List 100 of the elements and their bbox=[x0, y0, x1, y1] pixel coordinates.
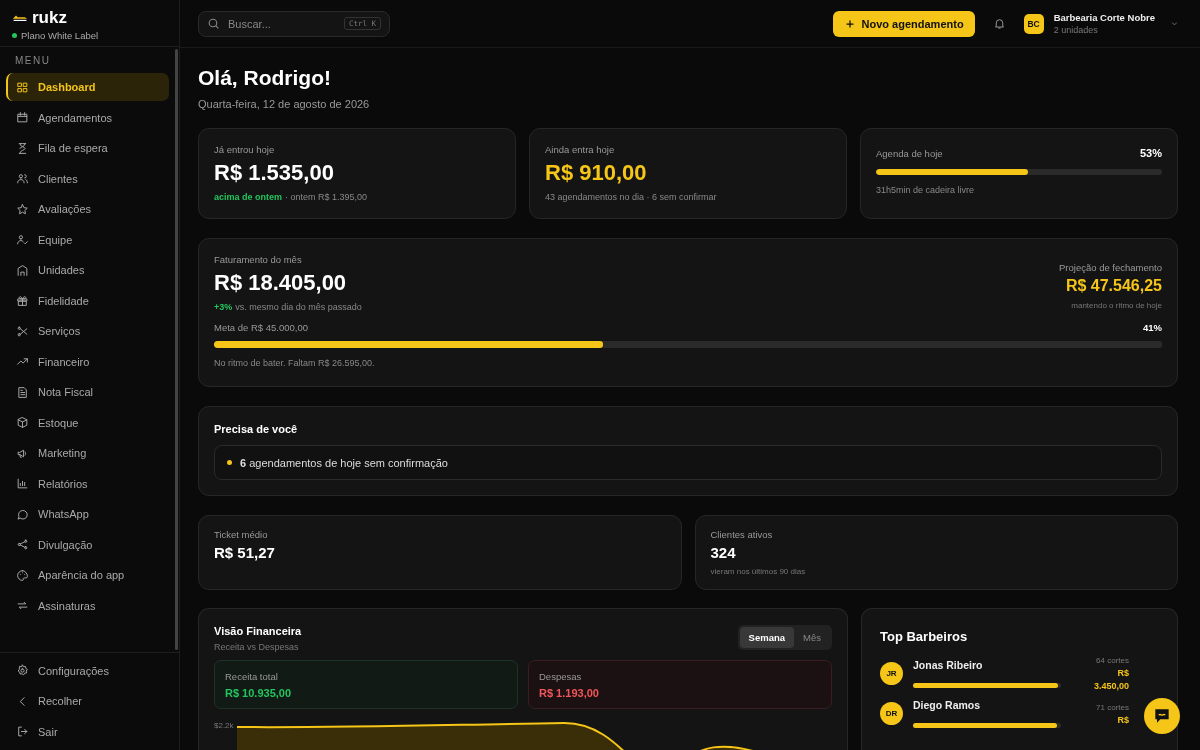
period-tab[interactable]: Semana bbox=[739, 627, 795, 648]
sidebar-item[interactable]: Avaliações bbox=[6, 195, 169, 223]
sidebar-item[interactable]: Equipe bbox=[6, 225, 169, 254]
axis-tick-label: $2.2k bbox=[214, 721, 234, 730]
goal-note: No ritmo de bater. Faltam R$ 26.595,00. bbox=[214, 358, 376, 368]
stat-label: Clientes ativos bbox=[710, 529, 774, 540]
nav-icon bbox=[16, 477, 29, 490]
percent-label: 41% bbox=[1143, 322, 1162, 333]
nav-icon bbox=[16, 664, 29, 677]
stat-value: 324 bbox=[710, 544, 737, 561]
menu-heading: MENU bbox=[14, 55, 52, 68]
alert-item[interactable]: 6 agendamentos de hoje sem confirmação bbox=[214, 445, 1162, 480]
section-title: Visão Financeira bbox=[214, 625, 302, 637]
total-label: Despesas bbox=[539, 671, 583, 682]
new-appointment-button[interactable]: Novo agendamento bbox=[832, 10, 975, 37]
nav-icon bbox=[16, 324, 29, 338]
stat-label: Faturamento do mês bbox=[214, 254, 303, 265]
status-dot bbox=[12, 33, 17, 38]
sidebar-item[interactable]: Nota Fiscal bbox=[6, 378, 169, 406]
sidebar-item[interactable]: Serviços bbox=[6, 317, 169, 345]
sidebar-item[interactable]: Unidades bbox=[6, 256, 169, 284]
sidebar-item[interactable]: WhatsApp bbox=[6, 500, 169, 528]
stat-value: R$ 18.405,00 bbox=[214, 270, 348, 296]
nav-icon bbox=[16, 172, 29, 185]
date-label: Quarta-feira, 12 de agosto de 2026 bbox=[198, 98, 371, 110]
nav-icon bbox=[16, 725, 29, 738]
currency-label: R$ bbox=[1116, 668, 1129, 678]
nav-icon bbox=[16, 538, 29, 551]
barber-name: Diego Ramos bbox=[913, 699, 982, 711]
nav-icon bbox=[16, 355, 29, 368]
stat-note: vieram nos últimos 90 dias bbox=[710, 567, 807, 576]
section-title: Precisa de você bbox=[214, 423, 299, 435]
stat-label: Já entrou hoje bbox=[214, 144, 276, 155]
section-subtitle: Receita vs Despesas bbox=[214, 642, 300, 652]
period-tab[interactable]: Mês bbox=[794, 627, 830, 648]
total-value: R$ 10.935,00 bbox=[225, 687, 293, 699]
stat-value: R$ 51,27 bbox=[214, 544, 276, 561]
revenue-value: 3.450,00 bbox=[1092, 681, 1129, 691]
sidebar-item[interactable]: Dashboard bbox=[6, 73, 169, 101]
nav-icon bbox=[16, 507, 29, 521]
account-subtitle: 2 unidades bbox=[1053, 25, 1099, 35]
section-title: Top Barbeiros bbox=[880, 629, 969, 644]
trend-label: +3% bbox=[214, 302, 233, 312]
cut-count: 71 cortes bbox=[1095, 702, 1129, 712]
account-avatar[interactable]: BC bbox=[1023, 13, 1044, 34]
sidebar-item[interactable]: Sair bbox=[6, 717, 173, 746]
nav-icon bbox=[16, 599, 29, 612]
cut-count: 64 cortes bbox=[1095, 656, 1129, 665]
barber-avatar: DR bbox=[880, 702, 903, 725]
projection-value: R$ 47.546,25 bbox=[1064, 277, 1162, 295]
stat-label: Agenda de hoje bbox=[876, 147, 943, 159]
nav-icon bbox=[16, 141, 29, 155]
nav-icon bbox=[16, 80, 29, 94]
goal-label: Meta de R$ 45.000,00 bbox=[214, 322, 308, 333]
sidebar-item[interactable]: Marketing bbox=[6, 439, 169, 467]
sidebar-item[interactable]: Relatórios bbox=[6, 469, 169, 498]
stat-label: Ainda entra hoje bbox=[545, 144, 616, 155]
bullet-icon bbox=[227, 460, 232, 465]
sidebar-item[interactable]: Configurações bbox=[6, 656, 173, 685]
sidebar-item[interactable]: Estoque bbox=[6, 408, 169, 437]
sidebar-item[interactable]: Fidelidade bbox=[6, 286, 169, 315]
nav-icon bbox=[16, 202, 29, 216]
stat-note: 31h5min de cadeira livre bbox=[876, 185, 976, 195]
projection-label: Projeção de fechamento bbox=[1059, 262, 1162, 273]
plan-label: Plano White Label bbox=[21, 30, 99, 41]
trend-label: acima de ontem bbox=[214, 192, 283, 202]
alert-text: 6 agendamentos de hoje sem confirmação bbox=[240, 456, 448, 469]
search-icon bbox=[207, 17, 220, 30]
stat-note: · ontem R$ 1.395,00 bbox=[285, 192, 368, 202]
nav-icon bbox=[16, 416, 29, 429]
barber-name: Jonas Ribeiro bbox=[913, 659, 984, 671]
nav-icon bbox=[16, 294, 29, 307]
nav-icon bbox=[16, 111, 29, 124]
nav-icon bbox=[16, 568, 29, 582]
sidebar-item[interactable]: Divulgação bbox=[6, 530, 169, 559]
stat-label: Ticket médio bbox=[214, 529, 269, 540]
total-label: Receita total bbox=[225, 671, 279, 682]
stat-note: 43 agendamentos no dia · 6 sem confirmar bbox=[545, 192, 717, 202]
stat-value: R$ 910,00 bbox=[545, 160, 648, 186]
barber-avatar: JR bbox=[880, 662, 903, 685]
currency-label: R$ bbox=[1116, 714, 1129, 725]
sidebar-item[interactable]: Fila de espera bbox=[6, 134, 169, 162]
sidebar-item[interactable]: Clientes bbox=[6, 164, 169, 193]
sidebar-item[interactable]: Agendamentos bbox=[6, 103, 169, 132]
nav-icon bbox=[16, 385, 29, 399]
greeting-title: Olá, Rodrigo! bbox=[198, 66, 332, 90]
account-name: Barbearia Corte Nobre bbox=[1053, 12, 1155, 23]
total-value: R$ 1.193,00 bbox=[539, 687, 600, 699]
projection-note: mantendo o ritmo de hoje bbox=[1070, 301, 1162, 310]
nav-icon bbox=[16, 263, 29, 277]
stat-value: R$ 1.535,00 bbox=[214, 160, 335, 186]
sidebar-item[interactable]: Assinaturas bbox=[6, 591, 169, 620]
stat-note: vs. mesmo dia do mês passado bbox=[235, 302, 362, 312]
sidebar-item[interactable]: Aparência do app bbox=[6, 561, 169, 589]
sidebar-item[interactable]: Financeiro bbox=[6, 347, 169, 376]
nav-icon bbox=[16, 233, 29, 246]
bell-icon[interactable] bbox=[992, 17, 1006, 30]
scrollbar[interactable] bbox=[175, 49, 178, 650]
sidebar-item[interactable]: Recolher bbox=[6, 687, 173, 715]
search-input[interactable]: Buscar... bbox=[226, 16, 338, 31]
